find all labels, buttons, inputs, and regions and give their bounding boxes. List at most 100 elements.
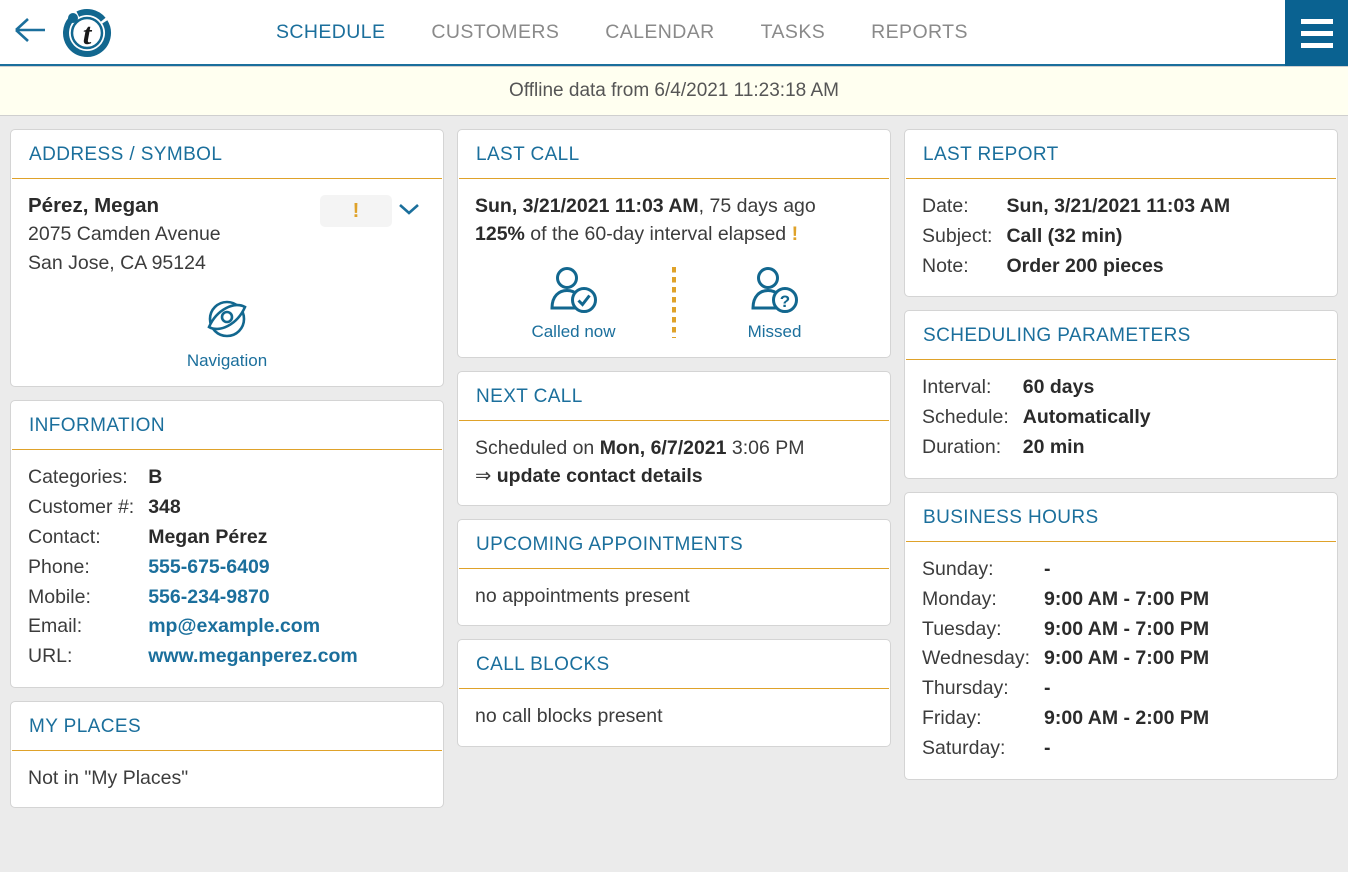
list-item: Schedule: Automatically [922, 403, 1151, 433]
next-call-card: NEXT CALL Scheduled on Mon, 6/7/2021 3:0… [457, 370, 891, 507]
day-hours: 9:00 AM - 2:00 PM [1044, 707, 1210, 730]
scheduling-value: Automatically [1022, 406, 1151, 429]
hamburger-bar [1300, 18, 1333, 24]
my-places-card: MY PLACES Not in "My Places" [10, 701, 444, 809]
list-item: Monday: 9:00 AM - 7:00 PM [922, 585, 1209, 615]
day-label: Sunday: [922, 557, 994, 580]
upcoming-appointments-card-title: UPCOMING APPOINTMENTS [459, 520, 889, 570]
last-call-datetime: Sun, 3/21/2021 11:03 AM [475, 195, 699, 217]
info-key: Categories: [28, 466, 128, 489]
hamburger-bar [1300, 30, 1333, 36]
day-hours: 9:00 AM - 7:00 PM [1044, 647, 1210, 670]
nav-link-schedule[interactable]: SCHEDULE [276, 21, 385, 44]
business-hours-card: BUSINESS HOURS Sunday: - Monday: 9:00 AM… [904, 491, 1338, 780]
info-key: Mobile: [28, 585, 91, 608]
list-item: Mobile: 556-234-9870 [28, 583, 358, 613]
day-label: Friday: [922, 707, 982, 730]
called-now-label: Called now [531, 321, 616, 341]
list-item: Friday: 9:00 AM - 2:00 PM [922, 704, 1209, 734]
scheduling-value: 60 days [1022, 376, 1095, 399]
next-call-card-body: Scheduled on Mon, 6/7/2021 3:06 PM ⇒ upd… [458, 421, 890, 506]
list-item: Contact: Megan Pérez [28, 523, 358, 553]
nav-link-tasks[interactable]: TASKS [761, 21, 826, 44]
list-item: Categories: B [28, 463, 358, 493]
phone-link[interactable]: 555-675-6409 [148, 553, 358, 583]
info-key: URL: [28, 645, 73, 668]
upcoming-appointments-card: UPCOMING APPOINTMENTS no appointments pr… [457, 519, 891, 627]
information-card-body: Categories: B Customer #: 348 Contact: M… [11, 450, 443, 687]
app-logo[interactable]: t [58, 0, 116, 65]
list-item: Thursday: - [922, 674, 1209, 704]
symbol-expand-button[interactable] [392, 195, 426, 227]
customer-name: Pérez, Megan [28, 194, 160, 217]
scheduling-key: Duration: [922, 436, 1002, 459]
navigation-eye-icon [203, 295, 251, 348]
list-item: Email: mp@example.com [28, 612, 358, 642]
day-hours: 9:00 AM - 7:00 PM [1044, 617, 1210, 640]
missed-label: Missed [747, 321, 802, 341]
called-now-button[interactable]: Called now [475, 265, 672, 342]
report-value: Order 200 pieces [1006, 254, 1164, 277]
address-symbol-card-body: Pérez, Megan 2075 Camden Avenue San Jose… [11, 179, 443, 386]
list-item: Wednesday: 9:00 AM - 7:00 PM [922, 644, 1209, 674]
day-label: Thursday: [922, 677, 1009, 700]
arrow-left-icon [12, 15, 46, 50]
my-places-card-body: Not in "My Places" [11, 751, 443, 807]
scheduling-key: Interval: [922, 376, 992, 399]
info-value: B [148, 466, 163, 489]
call-blocks-card: CALL BLOCKS no call blocks present [457, 639, 891, 747]
middle-column: LAST CALL Sun, 3/21/2021 11:03 AM, 75 da… [457, 129, 891, 808]
next-call-card-title: NEXT CALL [459, 372, 889, 421]
call-blocks-card-title: CALL BLOCKS [459, 640, 889, 690]
last-call-actions: Called now ? Missed [475, 265, 873, 342]
call-blocks-status: no call blocks present [475, 705, 663, 728]
scheduling-parameters-card-title: SCHEDULING PARAMETERS [906, 311, 1336, 361]
last-report-list: Date: Sun, 3/21/2021 11:03 AM Subject: C… [922, 192, 1230, 281]
left-column: ADDRESS / SYMBOL Pérez, Megan 2075 Camde… [10, 129, 444, 809]
call-blocks-card-body: no call blocks present [458, 689, 890, 745]
navigation-button[interactable]: Navigation [28, 295, 426, 371]
day-hours: - [1044, 736, 1051, 759]
list-item: Customer #: 348 [28, 493, 358, 523]
offline-banner-text: Offline data from 6/4/2021 11:23:18 AM [509, 80, 839, 101]
address-street: 2075 Camden Avenue [28, 223, 221, 246]
symbol-badge[interactable]: ! [320, 195, 392, 227]
primary-nav-links: SCHEDULE CUSTOMERS CALENDAR TASKS REPORT… [276, 21, 968, 44]
report-value: Sun, 3/21/2021 11:03 AM [1006, 195, 1231, 217]
nav-link-customers[interactable]: CUSTOMERS [431, 21, 559, 44]
scheduling-parameters-card: SCHEDULING PARAMETERS Interval: 60 days … [904, 310, 1338, 479]
last-call-card: LAST CALL Sun, 3/21/2021 11:03 AM, 75 da… [457, 129, 891, 358]
list-item: Interval: 60 days [922, 373, 1151, 403]
last-call-card-body: Sun, 3/21/2021 11:03 AM, 75 days ago 125… [458, 179, 890, 357]
last-report-card: LAST REPORT Date: Sun, 3/21/2021 11:03 A… [904, 129, 1338, 298]
day-hours: 9:00 AM - 7:00 PM [1044, 587, 1210, 610]
information-card: INFORMATION Categories: B Customer #: 34… [10, 400, 444, 689]
hamburger-menu-button[interactable] [1285, 0, 1348, 66]
top-navigation-bar: t SCHEDULE CUSTOMERS CALENDAR TASKS REPO… [0, 0, 1348, 66]
nav-link-reports[interactable]: REPORTS [871, 21, 968, 44]
last-call-interval-line: 125% of the 60-day interval elapsed ! [475, 220, 873, 248]
chevron-down-icon [397, 201, 421, 222]
scheduling-parameters-card-body: Interval: 60 days Schedule: Automaticall… [905, 360, 1337, 477]
missed-button[interactable]: ? Missed [676, 265, 873, 342]
my-places-card-title: MY PLACES [12, 702, 442, 752]
info-key: Phone: [28, 555, 90, 578]
back-button[interactable] [0, 0, 58, 65]
dashboard-columns: ADDRESS / SYMBOL Pérez, Megan 2075 Camde… [0, 116, 1348, 809]
report-key: Note: [922, 254, 969, 277]
nav-link-calendar[interactable]: CALENDAR [605, 21, 714, 44]
last-report-card-body: Date: Sun, 3/21/2021 11:03 AM Subject: C… [905, 179, 1337, 296]
day-label: Wednesday: [922, 647, 1031, 670]
person-check-icon [548, 265, 600, 320]
report-key: Date: [922, 195, 969, 217]
mobile-link[interactable]: 556-234-9870 [148, 583, 358, 613]
url-link[interactable]: www.meganperez.com [148, 642, 358, 672]
list-item: Subject: Call (32 min) [922, 222, 1230, 252]
email-link[interactable]: mp@example.com [148, 612, 358, 642]
info-value: Megan Pérez [148, 525, 268, 548]
scheduling-value: 20 min [1022, 436, 1085, 459]
person-question-icon: ? [749, 265, 801, 320]
warning-mark: ! [791, 223, 799, 246]
information-card-title: INFORMATION [12, 401, 442, 451]
business-hours-card-title: BUSINESS HOURS [906, 493, 1336, 542]
